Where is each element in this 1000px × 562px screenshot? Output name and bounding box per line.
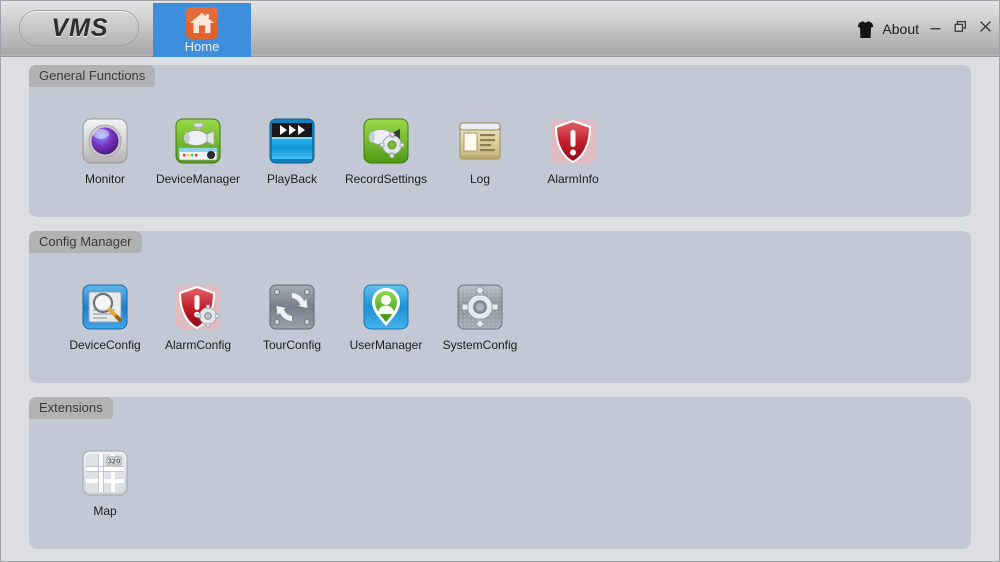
window-controls bbox=[928, 19, 993, 34]
panel-header-label: Config Manager bbox=[29, 231, 142, 253]
about-shirt-icon bbox=[857, 20, 874, 39]
minimize-button[interactable] bbox=[928, 19, 943, 34]
restore-button[interactable] bbox=[953, 19, 968, 34]
close-button[interactable] bbox=[978, 19, 993, 34]
panel-extensions: Extensions 320 Map bbox=[29, 397, 971, 549]
monitor-lens-icon bbox=[81, 117, 129, 165]
alarm-info-shield-icon bbox=[549, 117, 597, 165]
vms-application-window: VMS Home About General Functions Monitor… bbox=[0, 0, 1000, 562]
app-tile-alarminfo[interactable]: AlarmInfo bbox=[518, 117, 628, 186]
playback-clapperboard-icon bbox=[268, 117, 316, 165]
panel-header-label: Extensions bbox=[29, 397, 113, 419]
tour-config-refresh-icon bbox=[268, 283, 316, 331]
user-manager-pin-icon bbox=[362, 283, 410, 331]
alarm-config-shield-gear-icon bbox=[174, 283, 222, 331]
panel-header-label: General Functions bbox=[29, 65, 156, 87]
about-button[interactable]: About bbox=[857, 18, 919, 40]
app-tile-systemconfig[interactable]: SystemConfig bbox=[425, 283, 535, 352]
tab-home-label: Home bbox=[184, 39, 220, 54]
map-streets-icon: 320 bbox=[81, 449, 129, 497]
app-logo-text: VMS bbox=[51, 14, 109, 42]
svg-text:320: 320 bbox=[108, 457, 121, 466]
panel-config-manager: Config Manager DeviceConfig AlarmConfig … bbox=[29, 231, 971, 383]
panel-general-functions: General Functions Monitor DeviceManager … bbox=[29, 65, 971, 217]
app-tile-label: AlarmInfo bbox=[547, 172, 599, 186]
home-icon bbox=[186, 7, 218, 39]
title-bar: VMS Home About bbox=[1, 1, 999, 57]
app-tile-label: Map bbox=[93, 504, 117, 518]
device-manager-camera-icon bbox=[174, 117, 222, 165]
system-config-gear-icon bbox=[456, 283, 504, 331]
device-config-magnifier-icon bbox=[81, 283, 129, 331]
app-tile-map[interactable]: 320 Map bbox=[50, 449, 160, 518]
record-settings-camera-gear-icon bbox=[362, 117, 410, 165]
app-logo: VMS bbox=[19, 10, 139, 46]
log-document-window-icon bbox=[456, 117, 504, 165]
about-label: About bbox=[882, 21, 919, 37]
app-tile-label: SystemConfig bbox=[442, 338, 518, 352]
tab-home[interactable]: Home bbox=[153, 3, 251, 57]
